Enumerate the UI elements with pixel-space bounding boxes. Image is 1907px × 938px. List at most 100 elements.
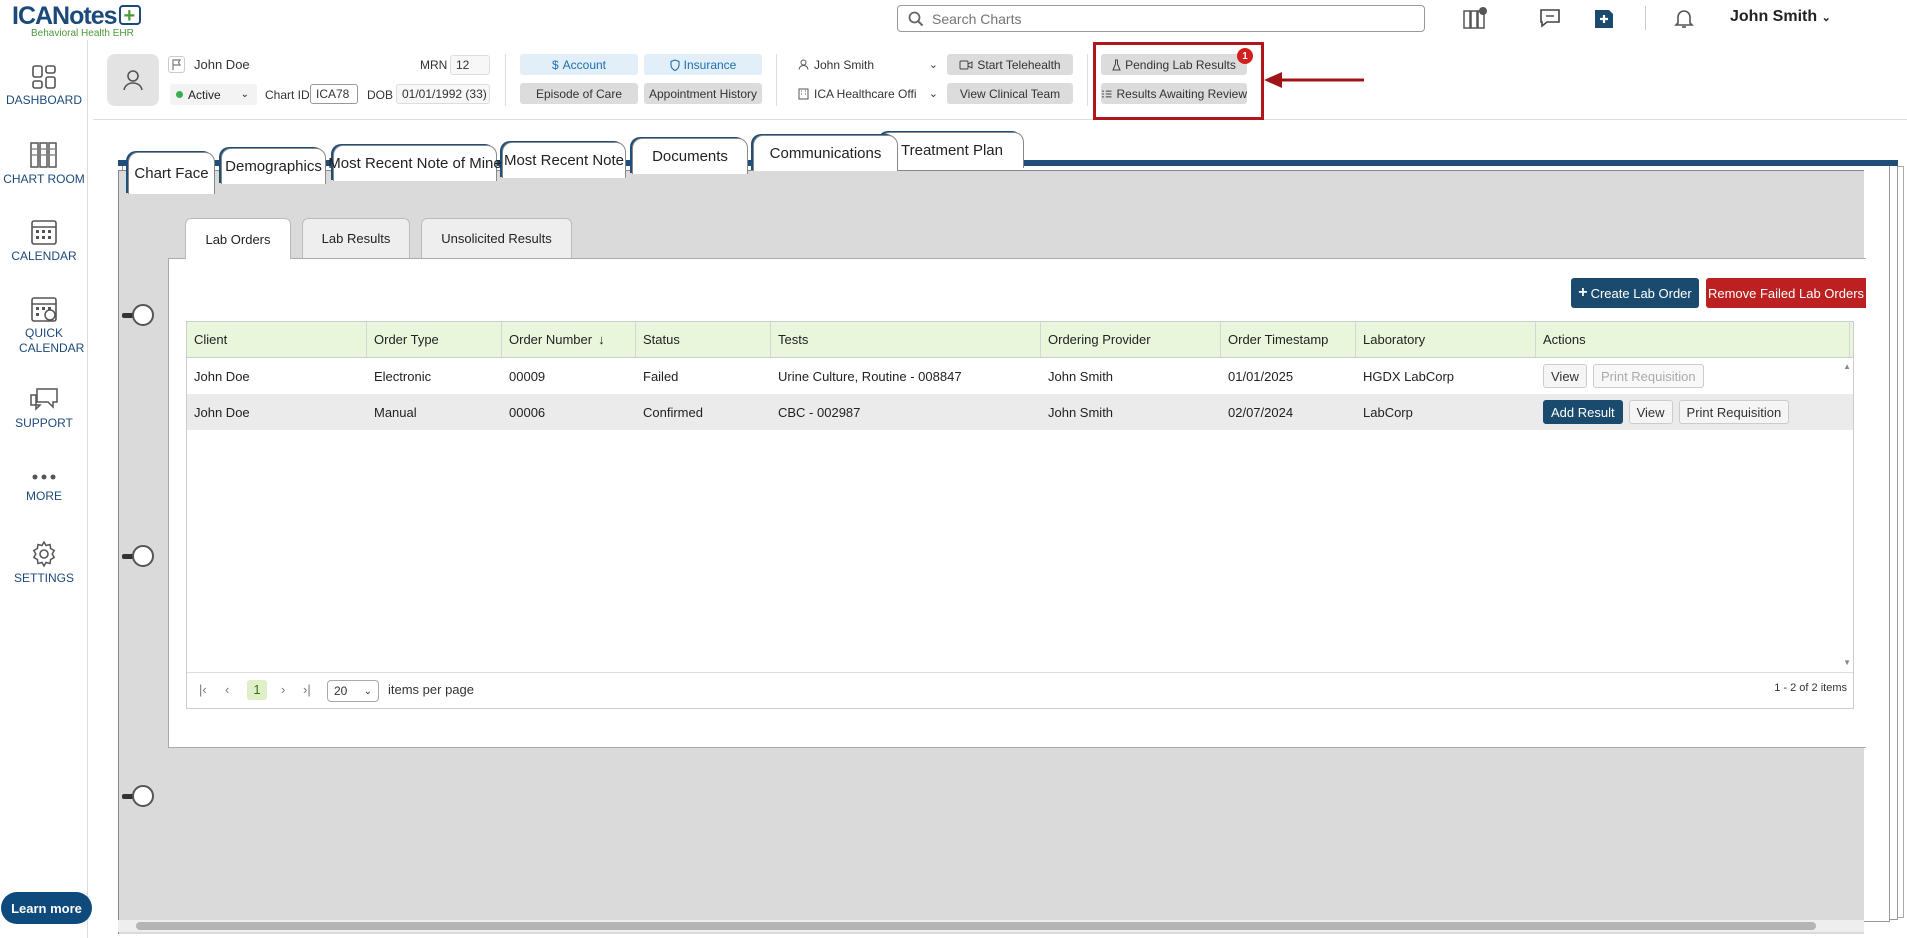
view-button[interactable]: View — [1628, 400, 1673, 424]
learn-more-button[interactable]: Learn more — [1, 892, 92, 924]
cell-client: John Doe — [194, 368, 250, 384]
start-telehealth-button[interactable]: Start Telehealth — [947, 54, 1073, 75]
chart-room-settings-icon[interactable] — [1460, 3, 1492, 33]
column-header-status[interactable]: Status — [636, 322, 771, 357]
video-camera-icon — [959, 60, 973, 69]
print-requisition-button[interactable]: Print Requisition — [1678, 400, 1790, 424]
cell-status: Confirmed — [643, 404, 703, 420]
sidebar-item-chart-room[interactable]: CHART ROOM — [0, 141, 88, 187]
patient-name[interactable]: John Doe — [194, 57, 250, 72]
chart-room-icon — [30, 142, 57, 168]
status-dropdown[interactable]: Active ⌄ — [170, 84, 257, 105]
table-row[interactable]: John Doe Manual 00006 Confirmed CBC - 00… — [187, 394, 1853, 430]
create-lab-order-label: Create Lab Order — [1590, 285, 1692, 301]
sidebar-item-settings[interactable]: SETTINGS — [0, 540, 88, 586]
first-page-icon[interactable]: |‹ — [199, 682, 207, 697]
cell-order-number: 00009 — [509, 368, 546, 384]
page-size-select[interactable]: 20 ⌄ — [327, 680, 379, 702]
status-value: Active — [188, 87, 221, 102]
patient-avatar[interactable] — [107, 54, 159, 106]
tab-communications[interactable]: Communications — [753, 135, 898, 171]
notifications-bell-icon[interactable] — [1668, 3, 1700, 33]
episode-of-care-button[interactable]: Episode of Care — [520, 83, 638, 104]
appointment-history-button[interactable]: Appointment History — [644, 83, 762, 104]
subtab-unsolicited-results[interactable]: Unsolicited Results — [421, 218, 572, 258]
next-page-icon[interactable]: › — [281, 682, 285, 697]
tab-chart-face[interactable]: Chart Face — [128, 152, 215, 194]
sidebar-item-support[interactable]: SUPPORT — [0, 387, 88, 431]
tab-documents[interactable]: Documents — [632, 138, 748, 174]
chevron-down-icon: ⌄ — [363, 685, 372, 697]
cell-laboratory: LabCorp — [1363, 404, 1413, 420]
building-icon — [798, 88, 809, 99]
sidebar-item-label: MORE — [26, 489, 62, 503]
prev-page-icon[interactable]: ‹ — [225, 682, 229, 697]
account-button[interactable]: $ Account — [520, 54, 638, 75]
annotation-arrow-icon — [1264, 72, 1364, 88]
tab-demographics[interactable]: Demographics — [221, 148, 326, 184]
sidebar-item-label: SUPPORT — [15, 416, 73, 430]
scroll-up-icon[interactable]: ▲ — [1843, 362, 1851, 371]
provider-dropdown[interactable]: John Smith ⌄ — [798, 54, 938, 75]
binder-ring — [122, 545, 154, 569]
tab-most-recent-note[interactable]: Most Recent Note — [502, 142, 626, 178]
sidebar-item-more[interactable]: MORE — [0, 468, 88, 504]
sidebar-item-calendar[interactable]: CALENDAR — [0, 218, 88, 264]
gear-icon — [32, 540, 56, 568]
table-row[interactable]: John Doe Electronic 00009 Failed Urine C… — [187, 358, 1853, 394]
sort-down-icon: ↓ — [598, 332, 605, 347]
tab-treatment-plan[interactable]: Treatment Plan — [880, 132, 1024, 168]
scroll-down-icon[interactable]: ▼ — [1843, 658, 1851, 667]
office-value: ICA Healthcare Offi — [814, 86, 917, 101]
subtab-lab-orders[interactable]: Lab Orders — [185, 218, 291, 259]
pager: |‹ ‹ 1 › ›| 20 ⌄ items per page 1 - 2 of … — [187, 672, 1853, 708]
chevron-down-icon: ⌄ — [1821, 12, 1831, 24]
add-note-icon[interactable] — [1588, 3, 1620, 33]
divider — [505, 54, 506, 106]
chart-id-value: ICA78 — [310, 84, 358, 104]
print-requisition-button[interactable]: Print Requisition — [1592, 364, 1704, 388]
column-header-laboratory[interactable]: Laboratory — [1356, 322, 1536, 357]
column-header-tests[interactable]: Tests — [771, 322, 1041, 357]
last-page-icon[interactable]: ›| — [303, 682, 311, 697]
quick-calendar-icon — [31, 297, 57, 322]
column-header-order-type[interactable]: Order Type — [367, 322, 502, 357]
view-clinical-team-button[interactable]: View Clinical Team — [947, 83, 1073, 104]
sidebar-item-quick-calendar[interactable]: QUICK CALENDAR — [0, 295, 88, 356]
cell-order-number: 00006 — [509, 404, 546, 420]
messages-icon[interactable] — [1534, 3, 1566, 33]
cell-laboratory: HGDX LabCorp — [1363, 368, 1455, 384]
sidebar-item-dashboard[interactable]: DASHBOARD — [0, 64, 88, 108]
subtab-lab-results[interactable]: Lab Results — [302, 218, 410, 258]
cell-order-type: Manual — [374, 404, 417, 420]
chevron-down-icon: ⌄ — [928, 59, 938, 71]
add-result-button[interactable]: Add Result — [1543, 400, 1623, 424]
horizontal-scrollbar[interactable] — [118, 920, 1864, 932]
column-header-ordering-provider[interactable]: Ordering Provider — [1041, 322, 1221, 357]
tab-most-recent-note-of-mine[interactable]: Most Recent Note of Mine — [328, 145, 502, 181]
column-header-order-timestamp[interactable]: Order Timestamp — [1221, 322, 1356, 357]
page-number-current[interactable]: 1 — [247, 680, 267, 700]
support-chat-icon — [30, 388, 58, 411]
dashboard-icon — [32, 65, 56, 89]
search-input[interactable] — [932, 9, 1412, 29]
app-logo[interactable]: ICANotes Behavioral Health EHR — [12, 2, 152, 40]
chevron-down-icon: ⌄ — [928, 88, 938, 100]
scrollbar-thumb[interactable] — [136, 922, 1816, 930]
dob-value: 01/01/1992 (33) — [396, 84, 490, 104]
column-header-order-number[interactable]: Order Number ↓ — [502, 322, 636, 357]
more-dots-icon — [32, 474, 56, 480]
office-dropdown[interactable]: ICA Healthcare Offi ⌄ — [798, 83, 938, 104]
shield-icon — [670, 58, 680, 71]
remove-failed-lab-orders-button[interactable]: Remove Failed Lab Orders — [1706, 278, 1866, 308]
view-button[interactable]: View — [1543, 364, 1587, 388]
dob-label: DOB — [367, 88, 394, 102]
column-header-client[interactable]: Client — [187, 322, 367, 357]
logo-plus-icon — [118, 2, 141, 30]
insurance-button[interactable]: Insurance — [644, 54, 762, 75]
search-charts-box[interactable] — [897, 5, 1425, 32]
create-lab-order-button[interactable]: + Create Lab Order — [1571, 278, 1699, 308]
flag-icon[interactable] — [168, 56, 185, 73]
user-menu[interactable]: John Smith ⌄ — [1730, 8, 1831, 26]
highlight-box — [1093, 42, 1264, 120]
